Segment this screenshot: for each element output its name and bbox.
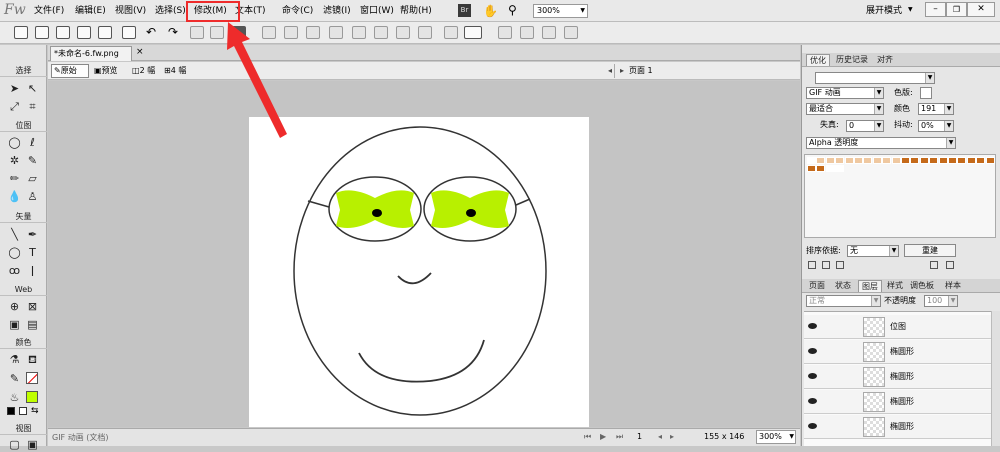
- annotation-arrow: [227, 22, 287, 138]
- annotation-arrow-shape: [227, 22, 287, 138]
